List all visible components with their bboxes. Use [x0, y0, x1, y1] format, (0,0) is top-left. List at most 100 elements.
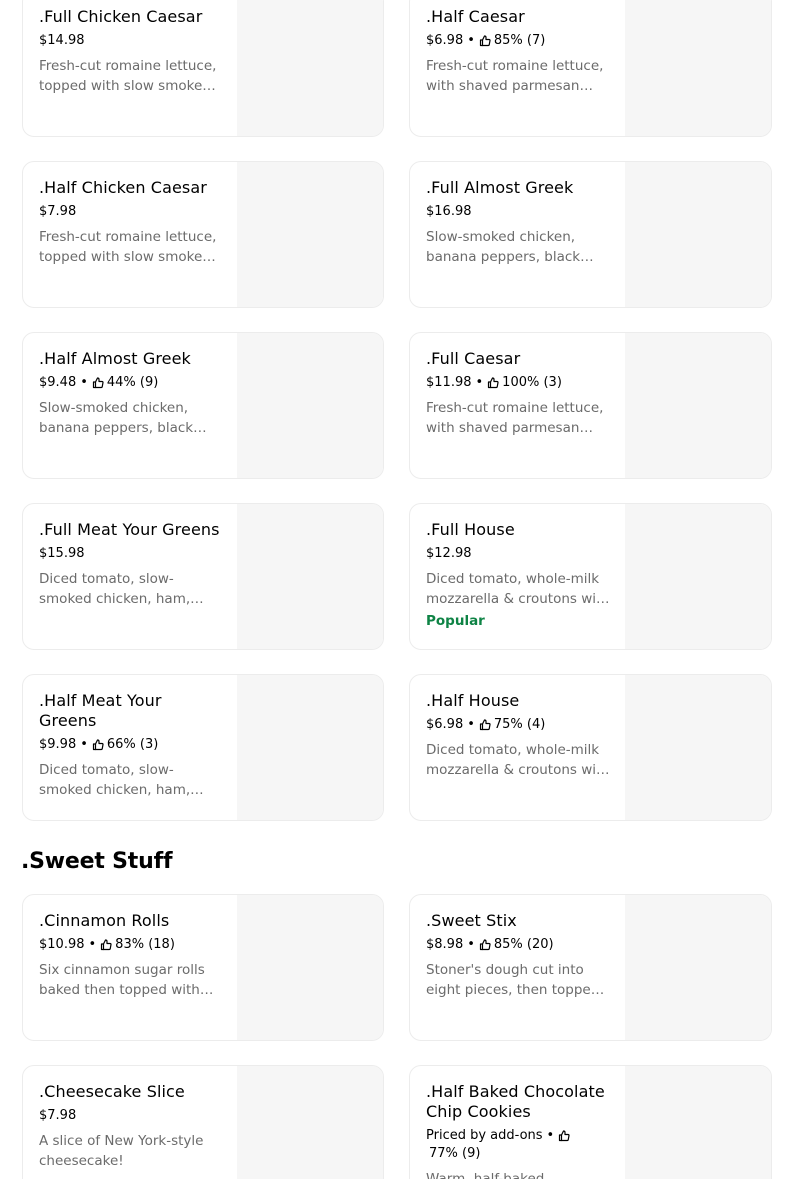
menu-item-description: A slice of New York-style cheesecake!: [39, 1133, 204, 1169]
menu-item-description: Warm, half-baked chocolate chip cookies: [426, 1171, 545, 1179]
sweet-items-grid: .Cinnamon Rolls $10.98 • 83% (18) Six cinnam…: [22, 894, 772, 1179]
menu-item-meta: $9.48 • 44% (9): [39, 374, 223, 392]
menu-item-title: .Cheesecake Slice: [39, 1082, 185, 1101]
menu-item-card[interactable]: .Sweet Stix $8.98 • 85% (20) Stoner's dough …: [409, 894, 772, 1041]
menu-item-title: .Full Meat Your Greens: [39, 520, 220, 539]
thumbs-up-icon: [100, 939, 112, 951]
menu-item-description: Diced tomato, slow-smoked chicken, ham, …: [39, 762, 191, 798]
menu-item-info: .Half Meat Your Greens $9.98 • 66% (3) Diced…: [39, 691, 223, 800]
menu-item-card[interactable]: .Full House $12.98 Diced tomato, whole-mil…: [409, 503, 772, 650]
menu-item-meta: $6.98 • 85% (7): [426, 32, 610, 50]
menu-item-card[interactable]: .Full Almost Greek $16.98 Slow-smoked chic…: [409, 161, 772, 308]
menu-item-card[interactable]: .Full Meat Your Greens $15.98 Diced tomato…: [22, 503, 384, 650]
meta-separator: •: [546, 1128, 555, 1143]
menu-item-title: .Half Chicken Caesar: [39, 178, 207, 197]
menu-item-meta: $9.98 • 66% (3): [39, 736, 223, 754]
menu-item-title: .Full Almost Greek: [426, 178, 574, 197]
menu-item-card[interactable]: .Half Almost Greek $9.48 • 44% (9) Slow-smok…: [22, 332, 384, 479]
menu-item-title: .Cinnamon Rolls: [39, 911, 170, 930]
menu-item-image: [625, 895, 771, 1040]
menu-item-price: $14.98: [39, 33, 85, 48]
menu-item-rating: 85% (7): [493, 33, 546, 48]
menu-item-price: $6.98: [426, 717, 464, 732]
menu-item-title: .Half Caesar: [426, 7, 525, 26]
menu-item-image: [625, 333, 771, 478]
menu-item-rating: 83% (18): [115, 937, 175, 952]
menu-item-info: .Full Caesar $11.98 • 100% (3) Fresh-cut rom…: [426, 349, 610, 438]
menu-item-card[interactable]: .Cheesecake Slice $7.98 A slice of New Yor…: [22, 1065, 384, 1179]
menu-item-image: [625, 162, 771, 307]
menu-item-rating: 85% (20): [493, 937, 554, 952]
menu-item-title: .Half Baked Chocolate Chip Cookies: [426, 1082, 605, 1121]
menu-item-description: Fresh-cut romaine lettuce, with shaved p…: [426, 400, 604, 436]
menu-item-description: Diced tomato, whole-milk mozzarella & cr…: [426, 742, 610, 778]
meta-separator: •: [467, 937, 475, 952]
menu-item-image: [625, 504, 771, 649]
thumbs-up-icon: [558, 1130, 570, 1142]
menu-item-card[interactable]: .Half Caesar $6.98 • 85% (7) Fresh-cut romai…: [409, 0, 772, 137]
menu-item-info: .Half Almost Greek $9.48 • 44% (9) Slow-smok…: [39, 349, 223, 438]
menu-item-description: Fresh-cut romaine lettuce, with shaved p…: [426, 58, 604, 94]
menu-item-card[interactable]: .Half Meat Your Greens $9.98 • 66% (3) Diced…: [22, 674, 384, 821]
thumbs-up-icon: [487, 377, 499, 389]
menu-item-image: [237, 895, 383, 1040]
menu-item-title: .Full House: [426, 520, 515, 539]
menu-item-price: $7.98: [39, 204, 77, 219]
section-heading-sweet-stuff: .Sweet Stuff: [21, 849, 173, 874]
menu-item-title: .Full Chicken Caesar: [39, 7, 203, 26]
menu-item-image: [237, 162, 383, 307]
menu-item-info: .Full House $12.98 Diced tomato, whole-mil…: [426, 520, 610, 630]
menu-item-meta: $15.98: [39, 545, 223, 563]
menu-item-price: $9.98: [39, 737, 77, 752]
menu-item-card[interactable]: .Half Baked Chocolate Chip Cookies Priced…: [409, 1065, 772, 1179]
menu-item-card[interactable]: .Full Chicken Caesar $14.98 Fresh-cut roma…: [22, 0, 384, 137]
menu-item-image: [237, 333, 383, 478]
menu-item-meta: $14.98: [39, 32, 223, 50]
menu-item-card[interactable]: .Half House $6.98 • 75% (4) Diced tomato, wh…: [409, 674, 772, 821]
menu-item-meta: $8.98 • 85% (20): [426, 936, 610, 954]
menu-item-description: Slow-smoked chicken, banana peppers, bla…: [426, 229, 581, 265]
menu-item-info: .Full Chicken Caesar $14.98 Fresh-cut roma…: [39, 7, 223, 96]
thumbs-up-icon: [92, 377, 104, 389]
menu-item-info: .Cheesecake Slice $7.98 A slice of New Yor…: [39, 1082, 223, 1171]
menu-item-card[interactable]: .Half Chicken Caesar $7.98 Fresh-cut romai…: [22, 161, 384, 308]
meta-separator: •: [80, 375, 88, 390]
menu-item-title: .Sweet Stix: [426, 911, 517, 930]
menu-item-rating: 100% (3): [502, 375, 562, 390]
menu-item-info: .Half Caesar $6.98 • 85% (7) Fresh-cut romai…: [426, 7, 610, 96]
menu-item-description: Diced tomato, slow-smoked chicken, ham, …: [39, 571, 191, 607]
menu-item-image: [237, 504, 383, 649]
menu-item-info: .Full Meat Your Greens $15.98 Diced tomato…: [39, 520, 223, 609]
meta-separator: •: [467, 717, 475, 732]
menu-item-description: Stoner's dough cut into eight pieces, th…: [426, 962, 600, 998]
menu-item-image: [625, 1066, 771, 1179]
menu-item-meta: $10.98 • 83% (18): [39, 936, 223, 954]
menu-item-info: .Half Baked Chocolate Chip Cookies Priced…: [426, 1082, 610, 1179]
menu-item-card[interactable]: .Full Caesar $11.98 • 100% (3) Fresh-cut rom…: [409, 332, 772, 479]
menu-item-price: $12.98: [426, 546, 472, 561]
menu-item-info: .Half House $6.98 • 75% (4) Diced tomato, wh…: [426, 691, 610, 780]
menu-item-rating: 77% (9): [429, 1146, 481, 1161]
menu-item-meta: $7.98: [39, 1107, 223, 1125]
meta-separator: •: [467, 33, 475, 48]
menu-item-info: .Sweet Stix $8.98 • 85% (20) Stoner's dough …: [426, 911, 610, 1000]
menu-item-image: [237, 0, 383, 136]
menu-item-price: $8.98: [426, 937, 464, 952]
menu-item-description: Fresh-cut romaine lettuce, topped with s…: [39, 229, 217, 265]
menu-item-image: [237, 675, 383, 820]
thumbs-up-icon: [479, 939, 491, 951]
thumbs-up-icon: [479, 35, 491, 47]
menu-item-meta: $7.98: [39, 203, 223, 221]
menu-item-rating: 75% (4): [493, 717, 546, 732]
menu-item-image: [625, 0, 771, 136]
meta-separator: •: [475, 375, 484, 390]
menu-item-title: .Half House: [426, 691, 520, 710]
menu-item-card[interactable]: .Cinnamon Rolls $10.98 • 83% (18) Six cinnam…: [22, 894, 384, 1041]
menu-item-image: [625, 675, 771, 820]
menu-item-meta: $12.98: [426, 545, 610, 563]
menu-item-meta: $16.98: [426, 203, 610, 221]
menu-item-price: Priced by add-ons: [426, 1128, 543, 1143]
meta-separator: •: [80, 737, 88, 752]
menu-item-title: .Half Almost Greek: [39, 349, 191, 368]
thumbs-up-icon: [479, 719, 491, 731]
